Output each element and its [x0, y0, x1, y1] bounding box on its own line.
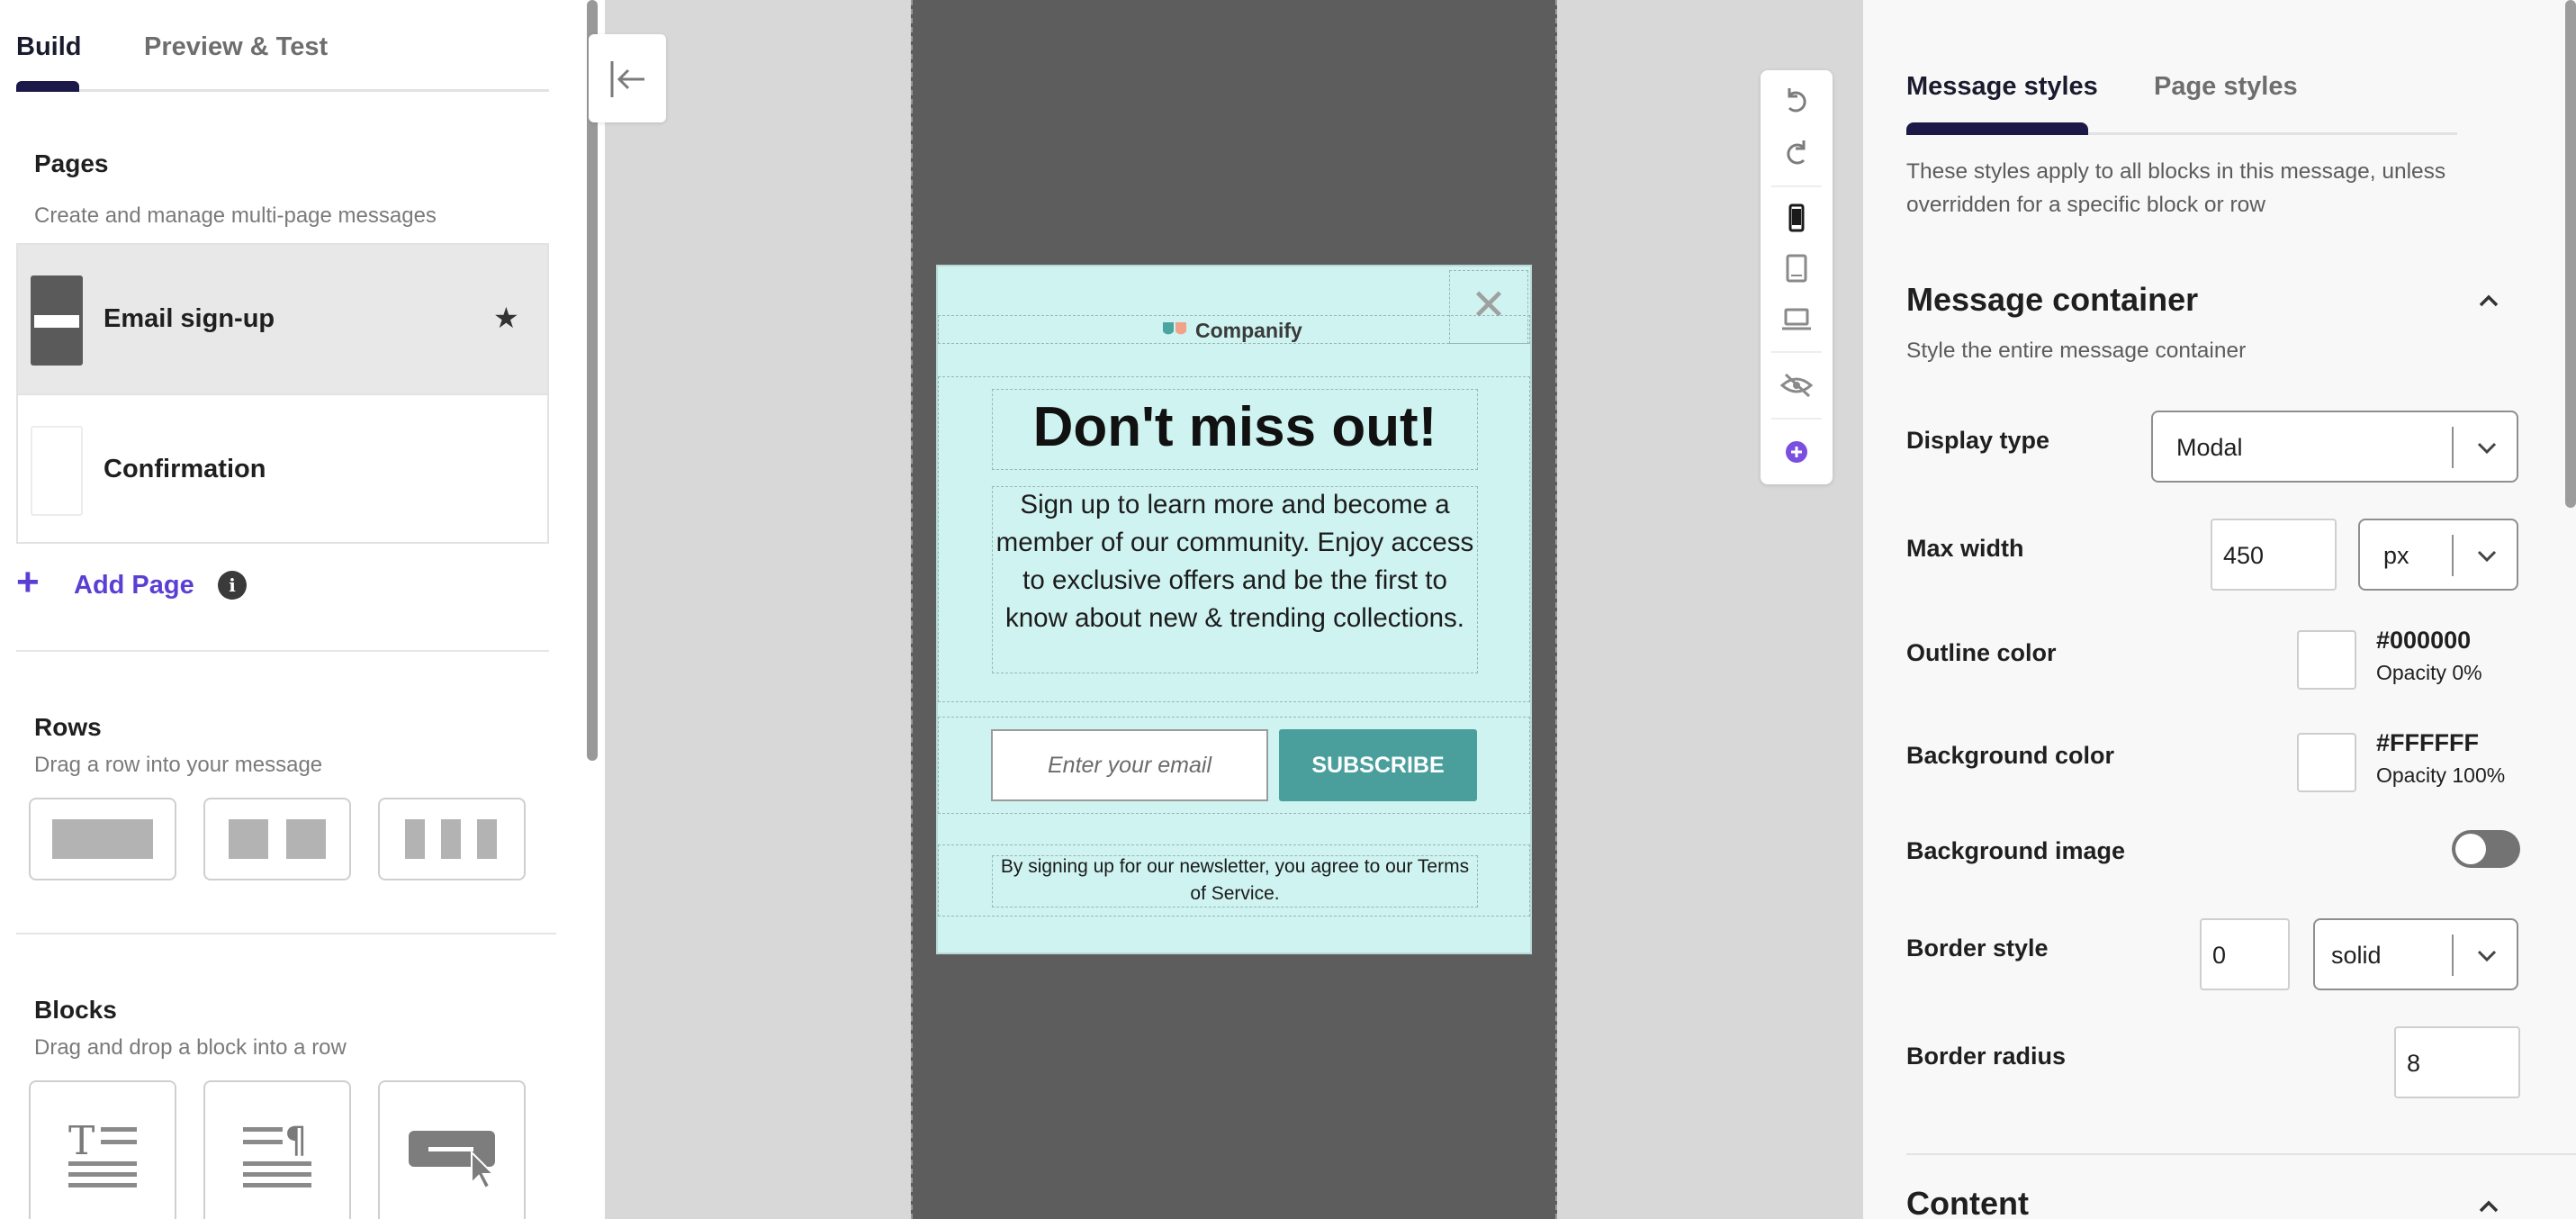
message-body[interactable]: Sign up to learn more and become a membe…	[994, 486, 1476, 637]
page-name: Email sign-up	[104, 304, 275, 333]
chevron-down-icon	[2477, 950, 2497, 962]
add-icon[interactable]	[1779, 434, 1815, 470]
border-radius-value: 8	[2407, 1050, 2421, 1077]
border-style-label: Border style	[1906, 935, 2049, 962]
subscribe-button[interactable]: SUBSCRIBE	[1279, 729, 1477, 801]
page-name: Confirmation	[104, 455, 266, 483]
collapse-panel-button[interactable]	[589, 34, 666, 122]
svg-text:¶: ¶	[284, 1120, 307, 1161]
companify-logo-icon	[1163, 322, 1186, 335]
right-panel: Message styles Page styles These styles …	[1863, 0, 2576, 1219]
hide-icon[interactable]	[1779, 367, 1815, 403]
display-type-value: Modal	[2176, 434, 2243, 461]
plus-icon: +	[16, 560, 40, 604]
text-block-icon: T	[68, 1120, 137, 1187]
page-thumbnail	[31, 426, 83, 516]
outline-color-opacity: Opacity 0%	[2376, 661, 2482, 684]
logo-text: Companify	[1195, 319, 1302, 342]
border-style-value: solid	[2331, 942, 2382, 969]
border-width-value: 0	[2212, 942, 2227, 969]
max-width-value: 450	[2223, 542, 2265, 569]
right-panel-scrollbar[interactable]	[2565, 0, 2576, 508]
svg-text:T: T	[68, 1120, 95, 1164]
divider	[1906, 1153, 2576, 1155]
max-width-unit: px	[2383, 542, 2409, 569]
rows-subtitle: Drag a row into your message	[34, 753, 323, 777]
max-width-label: Max width	[1906, 535, 2024, 562]
background-image-label: Background image	[1906, 837, 2126, 864]
outline-color-swatch[interactable]	[2297, 630, 2356, 690]
tab-page-styles[interactable]: Page styles	[2154, 72, 2298, 102]
button-block-icon	[409, 1131, 496, 1190]
email-input[interactable]: Enter your email	[991, 729, 1268, 801]
message-container-subtitle: Style the entire message container	[1906, 339, 2247, 363]
page-list: Email sign-up ★ Confirmation	[16, 243, 549, 544]
active-tab-indicator	[16, 81, 79, 92]
row-one-column[interactable]	[29, 798, 176, 880]
display-type-select[interactable]: Modal	[2151, 411, 2518, 483]
collapse-left-icon	[610, 61, 644, 97]
page-thumbnail	[31, 275, 83, 366]
undo-icon[interactable]	[1779, 83, 1815, 119]
close-icon[interactable]: ✕	[1449, 270, 1528, 344]
block-text[interactable]: T	[29, 1080, 176, 1219]
page-item-confirmation[interactable]: Confirmation	[18, 393, 547, 542]
background-color-opacity: Opacity 100%	[2376, 763, 2506, 787]
tab-message-styles[interactable]: Message styles	[1906, 72, 2098, 102]
chevron-up-icon[interactable]	[2475, 1197, 2502, 1215]
tab-build[interactable]: Build	[16, 32, 82, 62]
background-color-swatch[interactable]	[2297, 733, 2356, 792]
desktop-icon[interactable]	[1779, 301, 1815, 337]
tablet-icon[interactable]	[1779, 250, 1815, 286]
border-radius-input[interactable]: 8	[2394, 1026, 2520, 1098]
display-type-label: Display type	[1906, 427, 2050, 454]
add-page-label: Add Page	[74, 571, 194, 600]
blocks-subtitle: Drag and drop a block into a row	[34, 1035, 347, 1060]
outline-color-hex: #000000	[2376, 627, 2472, 654]
mobile-icon[interactable]	[1779, 200, 1815, 236]
redo-icon[interactable]	[1779, 135, 1815, 171]
row-two-column[interactable]	[203, 798, 351, 880]
block-paragraph[interactable]: ¶	[203, 1080, 351, 1219]
background-color-hex: #FFFFFF	[2376, 729, 2479, 756]
max-width-unit-select[interactable]: px	[2358, 519, 2518, 591]
styles-note: These styles apply to all blocks in this…	[1906, 159, 2446, 217]
left-panel: Build Preview & Test Pages Create and ma…	[0, 0, 605, 1219]
pages-subtitle: Create and manage multi-page messages	[34, 203, 437, 228]
max-width-input[interactable]: 450	[2211, 519, 2337, 591]
border-style-select[interactable]: solid	[2313, 918, 2518, 990]
background-image-toggle[interactable]	[2452, 830, 2520, 868]
chevron-up-icon[interactable]	[2475, 292, 2502, 310]
message-container-title: Message container	[1906, 281, 2199, 318]
content-section-title: Content	[1906, 1185, 2029, 1219]
divider	[16, 933, 556, 935]
outline-color-label: Outline color	[1906, 639, 2057, 666]
page-item-email-signup[interactable]: Email sign-up ★	[18, 245, 547, 393]
border-width-input[interactable]: 0	[2200, 918, 2290, 990]
canvas-toolbar	[1761, 70, 1833, 484]
paragraph-block-icon: ¶	[243, 1120, 311, 1187]
background-color-label: Background color	[1906, 742, 2115, 769]
chevron-down-icon	[2477, 442, 2497, 455]
message-headline[interactable]: Don't miss out!	[994, 389, 1476, 468]
left-tabs: Build Preview & Test	[16, 25, 549, 92]
rows-title: Rows	[34, 713, 102, 741]
tab-preview-test[interactable]: Preview & Test	[144, 32, 328, 62]
info-icon[interactable]: i	[218, 571, 247, 600]
style-tabs: Message styles Page styles	[1906, 63, 2457, 135]
pages-title: Pages	[34, 149, 109, 177]
star-icon[interactable]: ★	[493, 301, 519, 335]
chevron-down-icon	[2477, 550, 2497, 563]
active-tab-indicator	[1906, 122, 2088, 135]
terms-text[interactable]: By signing up for our newsletter, you ag…	[994, 853, 1476, 907]
blocks-title: Blocks	[34, 996, 117, 1024]
row-three-column[interactable]	[378, 798, 526, 880]
block-button[interactable]	[378, 1080, 526, 1219]
divider	[16, 650, 549, 652]
border-radius-label: Border radius	[1906, 1043, 2067, 1070]
